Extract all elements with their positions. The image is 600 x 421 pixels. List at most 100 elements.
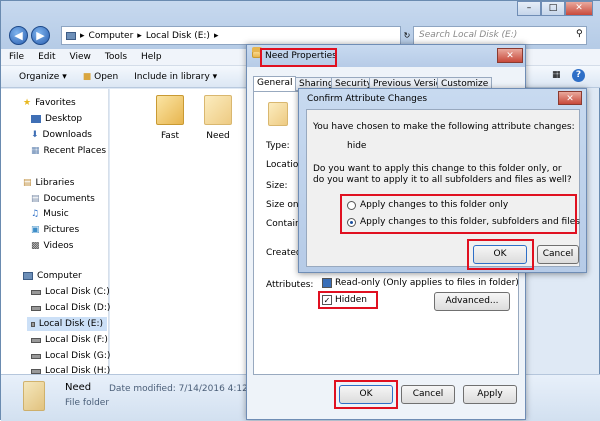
sidebar-item-favorites[interactable]: ★ Favorites bbox=[23, 98, 76, 108]
sidebar-item-pictures[interactable]: ▣ Pictures bbox=[31, 225, 79, 235]
back-button[interactable]: ◀ bbox=[9, 26, 28, 45]
confirm-attribute-dialog: Confirm Attribute Changes ✕ You have cho… bbox=[298, 88, 587, 273]
drive-icon bbox=[31, 305, 41, 311]
drive-icon bbox=[31, 289, 41, 295]
close-button[interactable]: ✕ bbox=[497, 48, 523, 63]
sidebar-item-desktop[interactable]: Desktop bbox=[31, 114, 82, 124]
sidebar-label: Local Disk (E:) bbox=[38, 319, 103, 329]
address-toolbar: ◀ ▶ ▸ Computer ▸ Local Disk (E:) ▸ ↻ Sea… bbox=[1, 1, 600, 49]
menu-help[interactable]: Help bbox=[141, 52, 162, 62]
address-bar[interactable]: ▸ Computer ▸ Local Disk (E:) ▸ bbox=[61, 26, 401, 45]
sidebar-item-music[interactable]: ♫ Music bbox=[31, 209, 69, 219]
sidebar-label: Computer bbox=[37, 271, 82, 281]
confirm-body: You have chosen to make the following at… bbox=[306, 109, 580, 270]
view-options-icon[interactable]: ▦ bbox=[552, 70, 561, 80]
apply-button[interactable]: Apply bbox=[463, 385, 517, 404]
sidebar-item-drive-g[interactable]: Local Disk (G:) bbox=[31, 351, 110, 361]
sidebar-item-drive-f[interactable]: Local Disk (F:) bbox=[31, 335, 108, 345]
recent-places-icon: ▦ bbox=[31, 146, 40, 156]
folder-icon bbox=[156, 95, 184, 125]
file-item-need[interactable]: Need bbox=[194, 95, 242, 141]
maximize-button[interactable]: □ bbox=[541, 1, 565, 16]
drive-icon bbox=[31, 368, 41, 374]
confirm-change: hide bbox=[347, 141, 367, 151]
menu-edit[interactable]: Edit bbox=[38, 52, 55, 62]
include-label: Include in library bbox=[134, 71, 210, 82]
videos-icon: ▩ bbox=[31, 241, 40, 251]
sidebar-item-documents[interactable]: ▤ Documents bbox=[31, 194, 95, 204]
sidebar-label: Recent Places bbox=[43, 146, 107, 156]
sidebar-label: Favorites bbox=[35, 98, 76, 108]
details-name: Need bbox=[65, 382, 92, 393]
documents-icon: ▤ bbox=[31, 194, 40, 204]
highlight-hidden bbox=[318, 291, 378, 309]
label-size: Size: bbox=[266, 181, 288, 191]
file-item-fast[interactable]: Fast bbox=[150, 95, 190, 141]
sidebar-item-drive-e[interactable]: Local Disk (E:) bbox=[27, 317, 107, 331]
close-button[interactable]: ✕ bbox=[558, 91, 582, 105]
open-label: Open bbox=[94, 71, 119, 82]
music-icon: ♫ bbox=[31, 209, 40, 219]
sidebar-item-videos[interactable]: ▩ Videos bbox=[31, 241, 73, 251]
sidebar-label: Documents bbox=[43, 194, 95, 204]
open-button[interactable]: ■ Open bbox=[83, 72, 118, 82]
advanced-button[interactable]: Advanced... bbox=[434, 292, 510, 311]
readonly-label: Read-only (Only applies to files in fold… bbox=[335, 278, 519, 288]
breadcrumb-computer[interactable]: Computer bbox=[89, 31, 134, 41]
organize-button[interactable]: Organize ▾ bbox=[19, 72, 67, 82]
star-icon: ★ bbox=[23, 98, 32, 108]
cancel-button[interactable]: Cancel bbox=[537, 245, 579, 264]
navigation-pane: ★ Favorites Desktop ⬇ Downloads ▦ Recent Pl… bbox=[1, 89, 124, 376]
sidebar-label: Music bbox=[43, 209, 69, 219]
file-list: Fast Need bbox=[110, 89, 250, 374]
sidebar-item-drive-c[interactable]: Local Disk (C:) bbox=[31, 287, 110, 297]
highlight-ok bbox=[334, 380, 398, 409]
pictures-icon: ▣ bbox=[31, 225, 40, 235]
label-type: Type: bbox=[266, 141, 290, 151]
sidebar-item-drive-d[interactable]: Local Disk (D:) bbox=[31, 303, 110, 313]
menu-tools[interactable]: Tools bbox=[105, 52, 127, 62]
readonly-checkbox[interactable]: Read-only (Only applies to files in fold… bbox=[322, 278, 519, 288]
sidebar-label: Local Disk (D:) bbox=[45, 303, 111, 313]
file-label: Fast bbox=[160, 131, 180, 141]
details-type: File folder bbox=[65, 398, 110, 408]
tab-general[interactable]: General bbox=[253, 76, 297, 92]
file-label: Need bbox=[206, 131, 230, 141]
computer-icon bbox=[66, 31, 76, 40]
breadcrumb-local-disk-e[interactable]: Local Disk (E:) bbox=[146, 31, 210, 41]
help-icon[interactable]: ? bbox=[572, 69, 585, 82]
sidebar-item-recent-places[interactable]: ▦ Recent Places bbox=[31, 146, 106, 156]
search-input[interactable]: Search Local Disk (E:) bbox=[413, 26, 587, 45]
highlight-title bbox=[260, 48, 337, 67]
computer-icon bbox=[23, 272, 33, 280]
refresh-icon[interactable]: ↻ bbox=[402, 26, 412, 45]
details-modified: Date modified: 7/14/2016 4:12 PM bbox=[109, 384, 264, 394]
drive-icon bbox=[31, 321, 35, 327]
sidebar-item-computer[interactable]: Computer bbox=[23, 271, 82, 281]
folder-icon bbox=[204, 95, 232, 125]
confirm-title: Confirm Attribute Changes bbox=[307, 94, 428, 104]
sidebar-item-downloads[interactable]: ⬇ Downloads bbox=[31, 130, 92, 140]
close-button[interactable]: ✕ bbox=[565, 1, 593, 16]
menu-file[interactable]: File bbox=[9, 52, 24, 62]
sidebar-label: Libraries bbox=[35, 178, 75, 188]
open-folder-icon: ■ bbox=[82, 71, 92, 82]
drive-icon bbox=[31, 337, 41, 343]
sidebar-label: Local Disk (C:) bbox=[45, 287, 110, 297]
sidebar-label: Downloads bbox=[42, 130, 92, 140]
label-attributes: Attributes: bbox=[266, 280, 314, 290]
forward-button[interactable]: ▶ bbox=[31, 26, 50, 45]
cancel-button[interactable]: Cancel bbox=[401, 385, 455, 404]
sidebar-label: Desktop bbox=[45, 114, 83, 124]
minimize-button[interactable]: – bbox=[517, 1, 541, 16]
sidebar-label: Videos bbox=[43, 241, 74, 251]
folder-icon bbox=[268, 102, 288, 126]
breadcrumb-separator-icon: ▸ bbox=[213, 30, 219, 41]
search-icon[interactable]: ⚲ bbox=[576, 29, 583, 39]
checkbox-indeterminate-icon bbox=[322, 278, 332, 288]
sidebar-item-libraries[interactable]: ▤ Libraries bbox=[23, 178, 74, 188]
window-controls: – □ ✕ bbox=[517, 1, 593, 16]
highlight-ok bbox=[467, 239, 534, 270]
menu-view[interactable]: View bbox=[70, 52, 91, 62]
include-in-library-button[interactable]: Include in library ▾ bbox=[134, 72, 217, 82]
